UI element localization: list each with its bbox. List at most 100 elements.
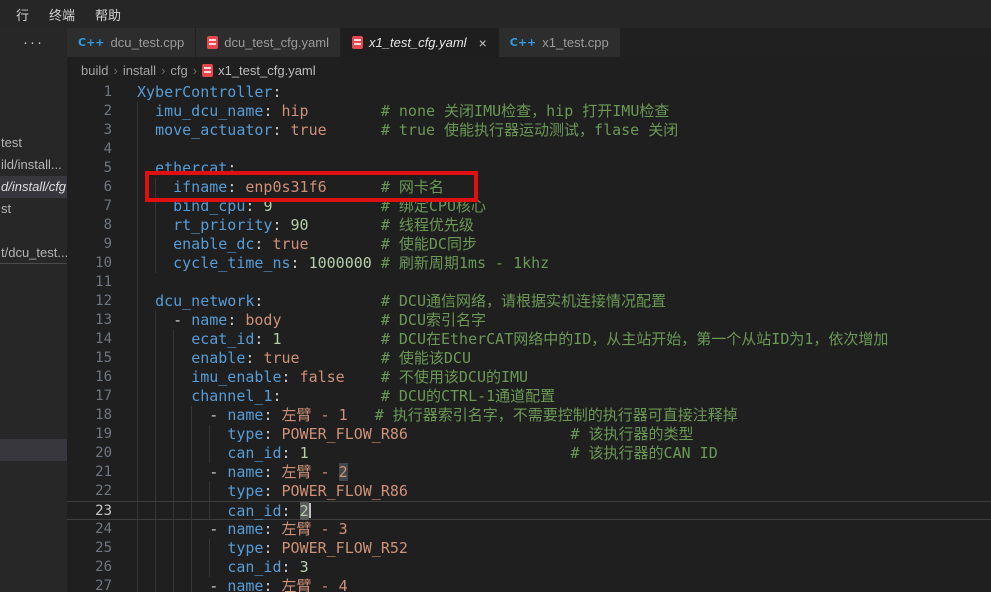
tab-dcu_test.cpp[interactable]: C++dcu_test.cpp — [67, 28, 195, 57]
code-line[interactable]: 15 enable: true # 使能该DCU — [67, 349, 991, 368]
code-segment: : — [263, 520, 281, 538]
code-line[interactable]: 27 - name: 左臂 - 4 — [67, 577, 991, 592]
code-segment: # none 关闭IMU检查，hip 打开IMU检查 — [309, 102, 670, 120]
sidebar-item[interactable]: st — [0, 198, 67, 220]
code-segment: : — [263, 425, 281, 443]
code-line[interactable]: 3 move_actuator: true # true 使能执行器运动测试，f… — [67, 121, 991, 140]
more-actions-button[interactable]: ··· — [0, 32, 67, 56]
line-number[interactable]: 8 — [67, 216, 112, 235]
breadcrumb-item[interactable]: build — [81, 63, 108, 78]
code-line[interactable]: 11 — [67, 273, 991, 292]
cpp-file-icon: C++ — [78, 36, 105, 49]
code-segment — [137, 292, 155, 310]
code-segment: type — [227, 425, 263, 443]
code-editor[interactable]: 1 XyberController:2 imu_dcu_name: hip # n… — [67, 83, 991, 592]
line-number[interactable]: 3 — [67, 121, 112, 140]
menu-item-1[interactable]: 终端 — [41, 2, 83, 27]
code-segment — [137, 387, 191, 405]
line-number[interactable]: 16 — [67, 368, 112, 387]
line-number[interactable]: 23 — [67, 502, 112, 521]
yaml-file-icon — [352, 36, 363, 49]
line-number[interactable]: 11 — [67, 273, 112, 292]
line-number[interactable]: 6 — [67, 178, 112, 197]
code-segment: cycle_time_ns — [173, 254, 290, 272]
code-line[interactable]: 16 imu_enable: false # 不使用该DCU的IMU — [67, 368, 991, 387]
line-number[interactable]: 14 — [67, 330, 112, 349]
line-number[interactable]: 9 — [67, 235, 112, 254]
code-line[interactable]: 2 imu_dcu_name: hip # none 关闭IMU检查，hip 打… — [67, 102, 991, 121]
line-number[interactable]: 25 — [67, 539, 112, 558]
line-number[interactable]: 2 — [67, 102, 112, 121]
code-line[interactable]: 10 cycle_time_ns: 1000000 # 刷新周期1ms - 1k… — [67, 254, 991, 273]
code-line[interactable]: 26 can_id: 3 — [67, 558, 991, 577]
code-segment: false — [300, 368, 345, 386]
code-segment: # 使能DC同步 — [309, 235, 477, 253]
code-line[interactable]: 14 ecat_id: 1 # DCU在EtherCAT网络中的ID，从主站开始… — [67, 330, 991, 349]
line-number[interactable]: 12 — [67, 292, 112, 311]
sidebar-item[interactable]: ild/install... — [0, 154, 67, 176]
line-number[interactable]: 27 — [67, 577, 112, 592]
code-segment: 1 — [300, 444, 309, 462]
line-number[interactable]: 15 — [67, 349, 112, 368]
code-line[interactable]: 19 type: POWER_FLOW_R86 # 该执行器的类型 — [67, 425, 991, 444]
code-segment: name — [227, 406, 263, 424]
code-segment: : — [282, 368, 300, 386]
code-text: can_id: 3 — [137, 558, 309, 577]
tab-dcu_test_cfg.yaml[interactable]: dcu_test_cfg.yaml — [196, 28, 340, 57]
code-segment: # DCU在EtherCAT网络中的ID，从主站开始，第一个从站ID为1，依次增… — [282, 330, 889, 348]
sidebar-item[interactable]: t/dcu_test... — [0, 242, 67, 264]
line-number[interactable]: 21 — [67, 463, 112, 482]
tab-x1_test_cfg.yaml[interactable]: x1_test_cfg.yaml× — [341, 28, 498, 57]
code-line[interactable]: 22 type: POWER_FLOW_R86 — [67, 482, 991, 501]
code-segment: channel_1 — [191, 387, 272, 405]
code-text: type: POWER_FLOW_R86 — [137, 482, 408, 501]
code-line[interactable]: 8 rt_priority: 90 # 线程优先级 — [67, 216, 991, 235]
breadcrumb-file[interactable]: x1_test_cfg.yaml — [218, 63, 316, 78]
code-text: ecat_id: 1 # DCU在EtherCAT网络中的ID，从主站开始，第一… — [137, 330, 888, 349]
chevron-right-icon: › — [113, 63, 117, 78]
menu-item-0[interactable]: 行 — [8, 2, 37, 27]
code-line[interactable]: 24 - name: 左臂 - 3 — [67, 520, 991, 539]
close-icon[interactable]: × — [479, 36, 487, 50]
code-line[interactable]: 21 - name: 左臂 - 2 — [67, 463, 991, 482]
code-text: enable_dc: true # 使能DC同步 — [137, 235, 477, 254]
code-line[interactable]: 17 channel_1: # DCU的CTRL-1通道配置 — [67, 387, 991, 406]
sidebar-item[interactable]: test — [0, 132, 67, 154]
line-number[interactable]: 1 — [67, 83, 112, 102]
line-number[interactable]: 5 — [67, 159, 112, 178]
code-segment: : — [272, 121, 290, 139]
line-number[interactable]: 22 — [67, 482, 112, 501]
menu-item-2[interactable]: 帮助 — [87, 2, 129, 27]
code-line[interactable]: 1 XyberController: — [67, 83, 991, 102]
code-line[interactable]: 9 enable_dc: true # 使能DC同步 — [67, 235, 991, 254]
code-line[interactable]: 12 dcu_network: # DCU通信网络，请根据实机连接情况配置 — [67, 292, 991, 311]
line-number[interactable]: 20 — [67, 444, 112, 463]
code-segment: true — [272, 235, 308, 253]
code-segment: 2 — [339, 463, 348, 481]
breadcrumb-item[interactable]: cfg — [170, 63, 187, 78]
line-number[interactable]: 19 — [67, 425, 112, 444]
code-line[interactable]: 20 can_id: 1 # 该执行器的CAN ID — [67, 444, 991, 463]
sidebar-item[interactable] — [0, 439, 67, 461]
line-number[interactable]: 18 — [67, 406, 112, 425]
code-line[interactable]: 25 type: POWER_FLOW_R52 — [67, 539, 991, 558]
indent-guide — [137, 140, 138, 159]
code-line[interactable]: 13 - name: body # DCU索引名字 — [67, 311, 991, 330]
line-number[interactable]: 10 — [67, 254, 112, 273]
line-number[interactable]: 17 — [67, 387, 112, 406]
line-number[interactable]: 4 — [67, 140, 112, 159]
code-line[interactable]: 4 — [67, 140, 991, 159]
code-segment — [137, 482, 227, 500]
sidebar-item[interactable]: d/install/cfg — [0, 176, 67, 198]
line-number[interactable]: 26 — [67, 558, 112, 577]
code-line[interactable]: 23 can_id: 2 — [67, 501, 991, 520]
tab-x1_test.cpp[interactable]: C++x1_test.cpp — [499, 28, 620, 57]
code-text: XyberController: — [137, 83, 282, 102]
breadcrumb-item[interactable]: install — [123, 63, 156, 78]
line-number[interactable]: 24 — [67, 520, 112, 539]
code-segment: POWER_FLOW_R86 — [282, 425, 408, 443]
code-line[interactable]: 18 - name: 左臂 - 1 # 执行器索引名字，不需要控制的执行器可直接… — [67, 406, 991, 425]
line-number[interactable]: 13 — [67, 311, 112, 330]
line-number[interactable]: 7 — [67, 197, 112, 216]
code-text: rt_priority: 90 # 线程优先级 — [137, 216, 474, 235]
